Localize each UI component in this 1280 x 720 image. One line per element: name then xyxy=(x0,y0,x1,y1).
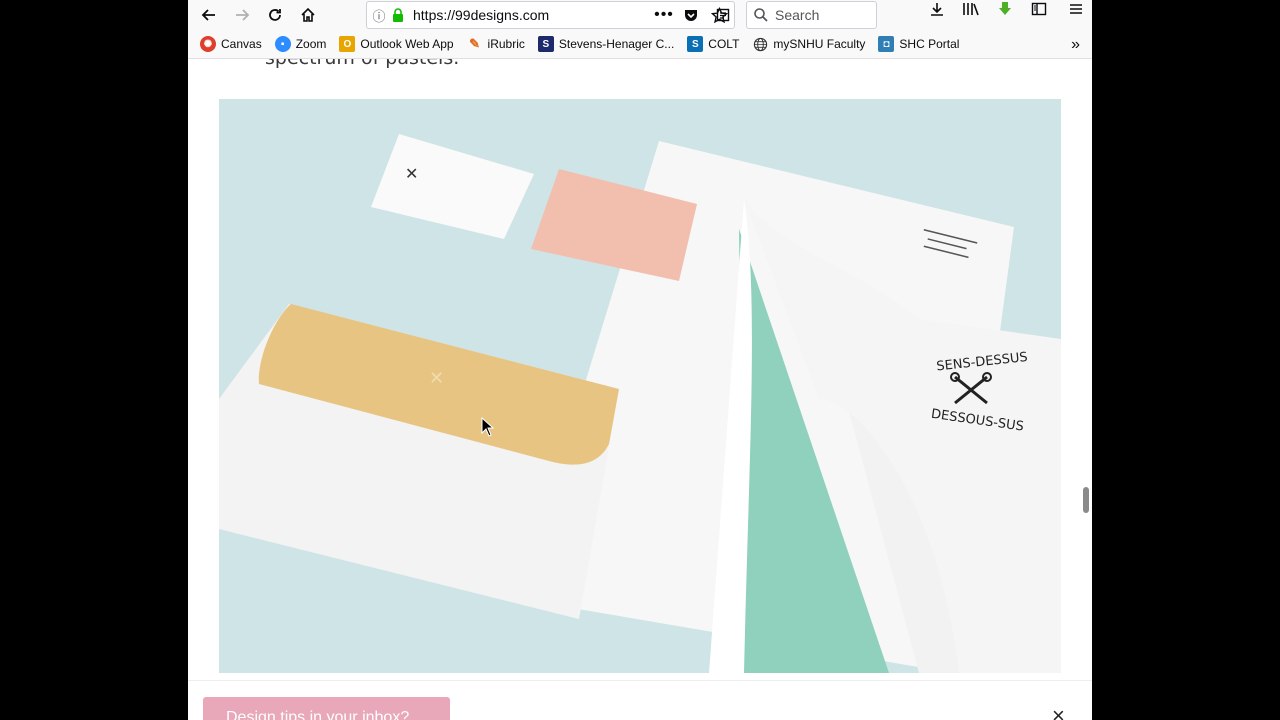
irubric-icon: ✎ xyxy=(469,36,480,51)
bookmark-colt[interactable]: S COLT xyxy=(687,36,739,52)
bookmark-label: iRubric xyxy=(487,37,525,51)
bookmarks-overflow-icon[interactable]: » xyxy=(1071,36,1080,54)
bookmark-mysnhu[interactable]: mySNHU Faculty xyxy=(752,36,865,52)
bookmark-label: mySNHU Faculty xyxy=(773,37,866,51)
back-button[interactable] xyxy=(193,1,225,29)
article-caption: spectrum of pastels. xyxy=(265,59,459,69)
search-icon xyxy=(754,8,768,22)
download-extension-icon[interactable] xyxy=(988,1,1022,17)
bookmark-label: SHC Portal xyxy=(899,37,960,51)
home-icon xyxy=(301,7,315,22)
outlook-icon: O xyxy=(339,36,356,52)
card-logo-mark: ✕ xyxy=(405,164,418,183)
newsletter-banner: Design tips in your inbox? × xyxy=(188,680,1092,720)
back-arrow-icon xyxy=(201,9,215,21)
design-tips-button[interactable]: Design tips in your inbox? xyxy=(203,697,450,720)
bookmark-star-icon[interactable] xyxy=(705,6,733,24)
bookmarks-toolbar: ✺ Canvas ▪ Zoom O Outlook Web App ✎ iRub… xyxy=(188,30,1092,59)
bookmark-shc-portal[interactable]: ◘ SHC Portal xyxy=(878,36,959,52)
search-bar[interactable]: Search xyxy=(746,1,877,29)
zoom-icon: ▪ xyxy=(274,36,291,52)
stevens-henager-icon: S xyxy=(537,36,554,52)
bookmark-label: Zoom xyxy=(295,37,327,51)
bookmark-label: Canvas xyxy=(221,37,262,51)
sharepoint-icon: S xyxy=(687,36,704,52)
bookmark-label: Stevens-Henager C... xyxy=(558,37,675,51)
sidebar-toggle-icon[interactable] xyxy=(1022,1,1056,17)
globe-icon xyxy=(752,36,768,52)
browser-window: ⓘ https://99designs.com ••• Search ✺ Can… xyxy=(188,0,1092,720)
stationery-mockup-illustration: ✕ ✕ SENS-DESSUS DESSOUS-SUS xyxy=(219,99,1061,673)
mouse-cursor-icon xyxy=(481,417,495,437)
envelope-logo-mark: ✕ xyxy=(429,368,444,389)
shc-portal-icon: ◘ xyxy=(878,36,895,52)
library-icon[interactable] xyxy=(954,1,988,17)
hamburger-menu-icon[interactable] xyxy=(1056,1,1092,17)
scrollbar-thumb[interactable] xyxy=(1083,487,1089,513)
page-content: spectrum of pastels. ✕ xyxy=(188,59,1092,720)
page-actions-icon[interactable]: ••• xyxy=(651,6,677,24)
pocket-icon[interactable] xyxy=(677,7,705,23)
bookmark-stevens-henager[interactable]: S Stevens-Henager C... xyxy=(537,36,675,52)
navigation-toolbar: ⓘ https://99designs.com ••• Search xyxy=(188,0,1092,30)
bookmark-outlook[interactable]: O Outlook Web App xyxy=(339,36,454,52)
site-info-icon[interactable]: ⓘ xyxy=(367,6,391,25)
lock-icon xyxy=(393,8,403,22)
hero-image: ✕ ✕ SENS-DESSUS DESSOUS-SUS xyxy=(219,99,1061,673)
toolbar-right-icons xyxy=(920,1,1092,17)
home-button[interactable] xyxy=(292,1,324,29)
bookmark-zoom[interactable]: ▪ Zoom xyxy=(274,36,327,52)
bookmark-irubric[interactable]: ✎ iRubric xyxy=(467,36,525,52)
forward-arrow-icon xyxy=(236,9,250,21)
close-icon[interactable]: × xyxy=(1052,703,1065,720)
reload-button[interactable] xyxy=(259,1,291,29)
search-placeholder: Search xyxy=(775,7,820,23)
downloads-icon[interactable] xyxy=(920,1,954,17)
reload-icon xyxy=(269,9,281,21)
canvas-icon: ✺ xyxy=(200,36,216,52)
forward-button[interactable] xyxy=(226,1,258,29)
bookmark-canvas[interactable]: ✺ Canvas xyxy=(200,36,262,52)
bookmark-label: Outlook Web App xyxy=(360,37,454,51)
bookmark-label: COLT xyxy=(708,37,740,51)
